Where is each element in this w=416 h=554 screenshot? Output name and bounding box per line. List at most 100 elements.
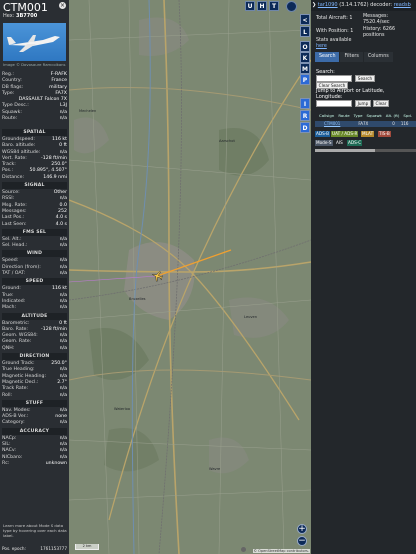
detail-sections: SPATIAL Groundspeed: 116 kt Baro. altitude:… (2, 128, 67, 467)
close-icon[interactable]: × (59, 2, 66, 9)
stats-link[interactable]: here (316, 44, 351, 50)
col-speed[interactable]: Spd. (403, 112, 412, 119)
attribution-info-icon[interactable] (241, 547, 246, 552)
section-heading: ALTITUDE (2, 312, 67, 320)
info-row: Roll: n/a (2, 393, 67, 399)
info-label[interactable]: Category: (2, 420, 25, 426)
info-label[interactable]: Distance: (2, 175, 24, 181)
source-badge: Mode-S (315, 140, 333, 146)
table-scrollbar[interactable] (315, 149, 416, 152)
info-row: TAT / OAT: n/a (2, 271, 67, 277)
section-heading: SPATIAL (2, 129, 67, 136)
section-heading: SIGNAL (2, 182, 67, 190)
info-label[interactable]: TAT / OAT: (2, 271, 25, 277)
col-squawk[interactable]: Squawk (367, 112, 382, 119)
col-type[interactable]: Type (354, 112, 363, 119)
map-toolbar: < L O K M P I R D (300, 0, 311, 554)
toolbar-button-collapse[interactable]: < (300, 14, 310, 25)
scale-bar: 2 km (75, 544, 99, 550)
stats-available: Stats available here (316, 38, 351, 49)
row-altitude: 0 (392, 121, 395, 126)
toolbar-button-r[interactable]: R (300, 110, 310, 121)
epoch-label: Pos. epoch: (2, 546, 26, 551)
section-heading: WIND (2, 250, 67, 258)
info-value: 4.0 s (55, 221, 67, 227)
svg-text:Bruxelles: Bruxelles (129, 297, 146, 301)
hex-value: 3B7700 (16, 13, 38, 19)
info-label[interactable]: Sel. Head.: (2, 243, 27, 249)
settings-gear-icon[interactable] (286, 1, 297, 12)
source-badge: AIS (335, 140, 344, 146)
jump-label: Jump to Airport or Latitude, Longitude: (316, 88, 385, 100)
info-label[interactable]: Roll: (2, 393, 12, 399)
mode-s-note: Learn more about Mode S data type by hov… (3, 523, 67, 538)
info-label[interactable]: QNH: (2, 346, 14, 352)
info-value: n/a (59, 116, 67, 122)
photo-credit: Image © Dovosaure Ramcolkans (3, 62, 66, 67)
search-button[interactable]: Search (355, 75, 375, 82)
info-row: Rc: unknown (2, 461, 67, 467)
aircraft-photo[interactable] (3, 23, 66, 61)
section-heading: SPEED (2, 278, 67, 286)
info-value: n/a (59, 345, 67, 351)
total-aircraft: Total Aircraft: 1 (316, 16, 353, 21)
info-label[interactable]: Route: (2, 116, 17, 122)
version-header: ❯ tar1090 (3.14.1762) decoder: readsb (311, 0, 416, 11)
version-link[interactable]: tar1090 (318, 2, 338, 8)
position-epoch: Pos. epoch: 1761153777 (0, 546, 69, 551)
info-label[interactable]: Rc: (2, 461, 9, 467)
col-callsign[interactable]: Callsign (319, 112, 334, 119)
svg-text:Wavre: Wavre (209, 467, 221, 471)
toolbar-button-m[interactable]: M (300, 63, 310, 74)
row-speed: 116 (400, 121, 409, 126)
jump-button[interactable]: Jump (355, 100, 371, 107)
with-position: With Position: 1 (316, 29, 354, 34)
version-text: (3.14.1762) decoder: (339, 2, 393, 8)
toolbar-button-i[interactable]: I (300, 98, 310, 109)
svg-text:Waterloo: Waterloo (114, 407, 130, 411)
info-label[interactable]: Mach: (2, 305, 16, 311)
history-stat: History: 6266 positions (363, 27, 396, 38)
toolbar-button-l[interactable]: L (300, 26, 310, 37)
hex-label: Hex: (3, 13, 15, 19)
info-row: Distance: 146.9 nmi (2, 175, 67, 181)
toolbar-button-k[interactable]: K (300, 52, 310, 63)
info-label[interactable]: Type: (2, 91, 14, 97)
col-route[interactable]: Route (338, 112, 349, 119)
stats-panel: ❯ tar1090 (3.14.1762) decoder: readsb To… (311, 0, 416, 554)
svg-text:Aarschot: Aarschot (219, 139, 235, 143)
jump-input[interactable] (316, 100, 352, 107)
toolbar-button-d[interactable]: D (300, 122, 310, 133)
decoder-link[interactable]: readsb (394, 2, 411, 8)
info-value: 146.9 nmi (43, 174, 67, 180)
col-altitude[interactable]: Alt. (ft) (386, 112, 400, 119)
search-input[interactable] (316, 75, 352, 82)
epoch-value: 1761153777 (40, 546, 67, 551)
info-row: Category: n/a (2, 420, 67, 426)
map-button-h[interactable]: H (257, 1, 267, 11)
info-value: n/a (59, 420, 67, 426)
info-row: Sel. Head.: n/a (2, 243, 67, 249)
table-header: Callsign Route Type Squawk Alt. (ft) Spd… (315, 112, 416, 119)
info-value: unknown (45, 460, 67, 466)
tab-columns[interactable]: Columns (363, 52, 393, 62)
clear-button[interactable]: Clear (373, 100, 389, 107)
info-value: n/a (59, 305, 67, 311)
info-label[interactable]: Last Seen: (2, 222, 27, 228)
map-view[interactable]: Mechelen Aarschot Bruxelles Leuven Waterlo… (69, 0, 311, 554)
source-badge: ADS-B (315, 131, 330, 137)
table-row[interactable]: CTM001 FA7X 0 116 (315, 121, 416, 127)
messages-stat: Messages: 7520.4/sec (363, 14, 413, 25)
toolbar-button-o[interactable]: O (300, 41, 310, 52)
tab-search[interactable]: Search (315, 52, 340, 62)
row-callsign[interactable]: CTM001 (324, 121, 340, 127)
tab-filters[interactable]: Filters (340, 52, 363, 62)
map-button-t[interactable]: T (269, 1, 279, 11)
info-value: n/a (59, 392, 67, 398)
aircraft-info-panel: CTM001 × Hex: 3B7700 Image © Dovosaure R… (0, 0, 69, 554)
map-button-u[interactable]: U (245, 1, 255, 11)
info-row: Route: n/a (2, 116, 67, 122)
toolbar-button-p[interactable]: P (300, 74, 310, 85)
source-badge: MLAT (361, 131, 375, 137)
map-tiles[interactable]: Mechelen Aarschot Bruxelles Leuven Waterlo… (69, 0, 311, 554)
